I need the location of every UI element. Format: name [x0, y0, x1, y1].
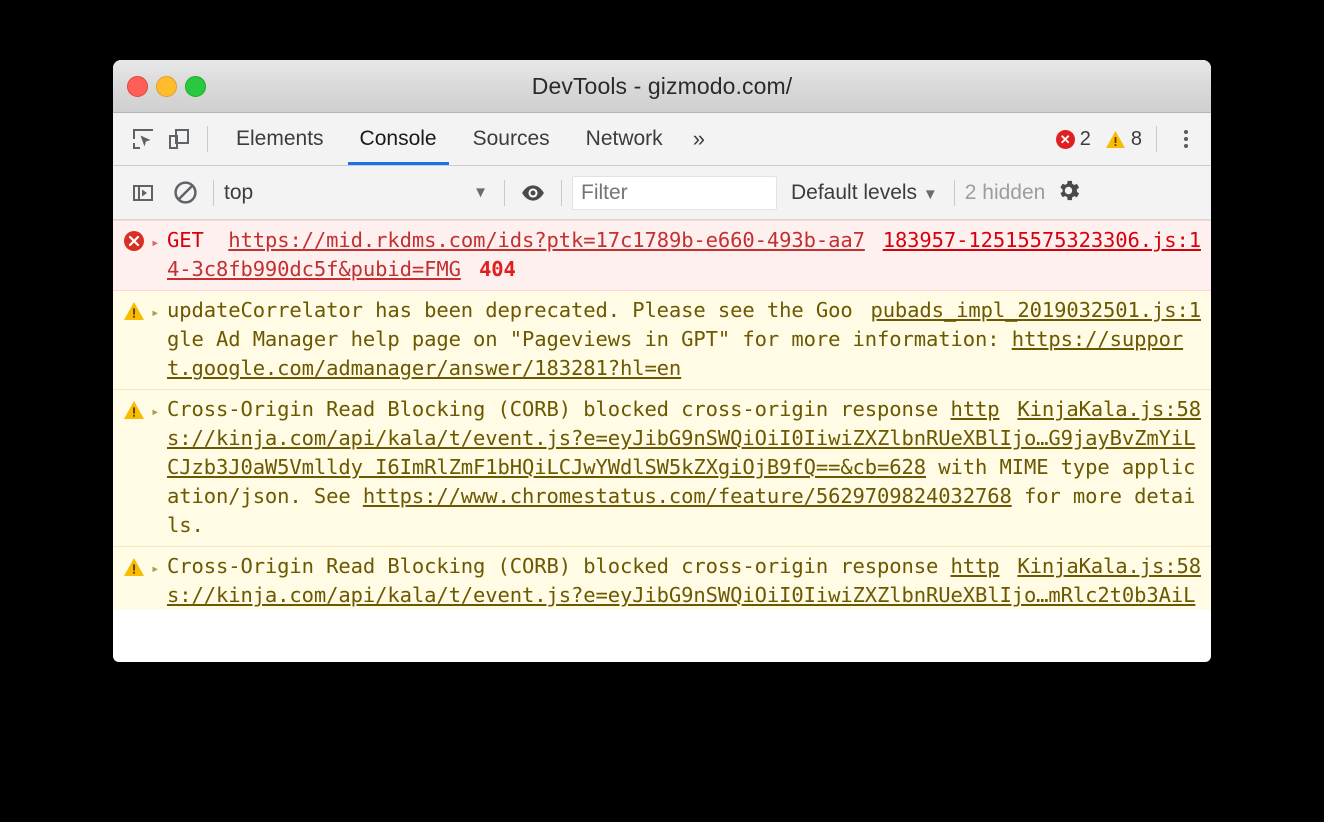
minimize-window-button[interactable]	[156, 75, 177, 97]
console-message-text: KinjaKala.js:58 Cross-Origin Read Blocki…	[167, 552, 1201, 610]
maximize-window-button[interactable]	[185, 75, 206, 97]
message-source-link[interactable]: pubads_impl_2019032501.js:1	[870, 296, 1201, 325]
message-source-link[interactable]: KinjaKala.js:58	[1017, 552, 1201, 581]
devtools-window: DevTools - gizmodo.com/ Elements Console…	[113, 60, 1211, 662]
console-message-warning[interactable]: ▸ KinjaKala.js:58 Cross-Origin Read Bloc…	[113, 547, 1211, 610]
devtools-tabbar: Elements Console Sources Network » ✕ 2 8	[113, 113, 1211, 166]
hidden-messages-label: 2 hidden	[964, 180, 1046, 204]
window-title: DevTools - gizmodo.com/	[531, 72, 793, 99]
error-icon: ✕	[1055, 129, 1075, 149]
response-status: 404	[479, 257, 516, 281]
chevron-down-icon: ▼	[473, 184, 488, 201]
expand-arrow-icon[interactable]: ▸	[151, 296, 167, 383]
warning-count-badge[interactable]: 8	[1105, 128, 1142, 151]
console-sidebar-toggle-icon[interactable]	[125, 175, 161, 211]
warning-count-label: 8	[1130, 127, 1142, 150]
tab-network[interactable]: Network	[568, 113, 681, 165]
devtools-menu-icon[interactable]	[1171, 124, 1201, 154]
window-controls	[127, 60, 206, 112]
tabbar-divider	[207, 126, 208, 152]
error-icon	[123, 226, 151, 284]
console-message-warning[interactable]: ▸ KinjaKala.js:58 Cross-Origin Read Bloc…	[113, 390, 1211, 547]
tab-sources[interactable]: Sources	[455, 113, 568, 165]
window-titlebar: DevTools - gizmodo.com/	[113, 60, 1211, 113]
chevron-down-icon-levels: ▼	[922, 185, 938, 203]
warning-icon	[123, 395, 151, 540]
console-message-warning[interactable]: ▸ pubads_impl_2019032501.js:1 updateCorr…	[113, 291, 1211, 390]
close-window-button[interactable]	[127, 75, 148, 97]
error-count-badge[interactable]: ✕ 2	[1055, 127, 1091, 151]
console-message-list[interactable]: ▸ 183957-12515575323306.js:1 GET https:/…	[113, 220, 1211, 610]
tab-elements[interactable]: Elements	[218, 113, 342, 165]
console-toolbar-divider-2	[504, 179, 505, 206]
message-body: Cross-Origin Read Blocking (CORB) blocke…	[167, 554, 951, 578]
execution-context-label: top	[224, 180, 254, 204]
console-message-text: KinjaKala.js:58 Cross-Origin Read Blocki…	[167, 395, 1201, 540]
filter-input[interactable]	[572, 175, 777, 210]
message-source-link[interactable]: 183957-12515575323306.js:1	[883, 226, 1201, 255]
expand-arrow-icon[interactable]: ▸	[151, 395, 167, 540]
request-url-link[interactable]: https://mid.rkdms.com/ids?ptk=17c1789b-e…	[167, 228, 865, 281]
warning-icon	[123, 552, 151, 610]
expand-arrow-icon[interactable]: ▸	[151, 226, 167, 284]
console-message-text: 183957-12515575323306.js:1 GET https://m…	[167, 226, 1201, 284]
log-levels-selector[interactable]: Default levels ▼	[791, 181, 944, 205]
console-toolbar-divider-3	[561, 179, 562, 206]
device-toolbar-icon[interactable]	[161, 121, 197, 157]
status-divider	[1156, 126, 1157, 152]
tabbar-status-area: ✕ 2 8	[1055, 124, 1211, 154]
error-count-label: 2	[1079, 127, 1091, 150]
message-link-secondary[interactable]: https://www.chromestatus.com/feature/562…	[363, 484, 1012, 508]
console-message-text: pubads_impl_2019032501.js:1 updateCorrel…	[167, 296, 1201, 383]
console-toolbar-divider-4	[953, 179, 955, 206]
console-toolbar: top ▼ Default levels ▼ 2 hidden	[113, 166, 1211, 220]
message-body: Cross-Origin Read Blocking (CORB) blocke…	[167, 397, 951, 421]
console-settings-gear-icon[interactable]	[1055, 177, 1082, 209]
warning-icon	[1105, 130, 1126, 149]
tab-console[interactable]: Console	[342, 113, 455, 165]
warning-icon	[123, 296, 151, 383]
live-expression-eye-icon[interactable]	[515, 175, 551, 211]
console-toolbar-divider-1	[213, 179, 214, 206]
inspect-element-icon[interactable]	[125, 121, 161, 157]
log-levels-label: Default levels	[791, 180, 918, 204]
request-method: GET	[167, 228, 204, 252]
more-tabs-icon[interactable]: »	[681, 113, 717, 165]
execution-context-selector[interactable]: top ▼	[224, 181, 494, 205]
console-message-error[interactable]: ▸ 183957-12515575323306.js:1 GET https:/…	[113, 220, 1211, 291]
expand-arrow-icon[interactable]: ▸	[151, 552, 167, 610]
clear-console-icon[interactable]	[167, 175, 203, 211]
message-source-link[interactable]: KinjaKala.js:58	[1017, 395, 1201, 424]
